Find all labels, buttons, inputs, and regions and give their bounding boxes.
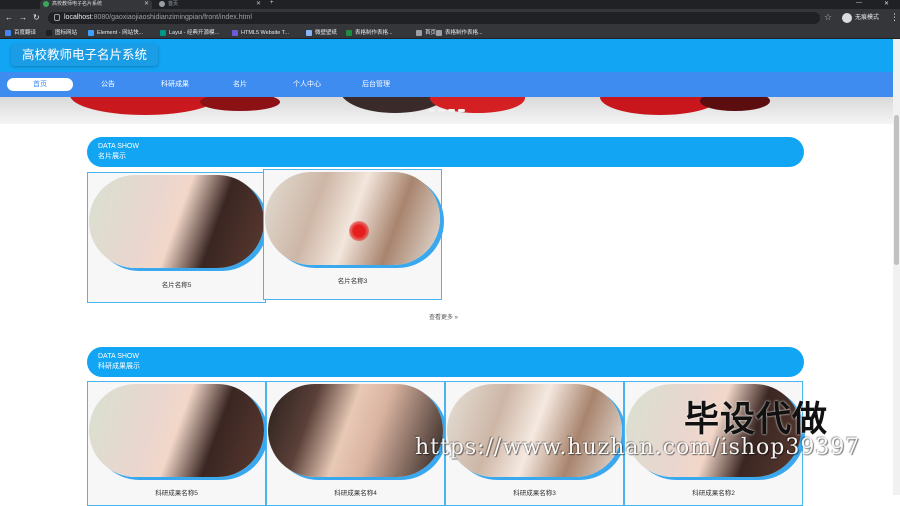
new-tab-button[interactable]: + xyxy=(270,0,274,6)
bookmark-icon xyxy=(88,30,94,36)
bookmark-label: Element - 网站快... xyxy=(97,30,144,36)
bookmark-item[interactable]: 图标网站 xyxy=(46,29,77,37)
bookmark-icon xyxy=(46,30,52,36)
scrollbar-track[interactable] xyxy=(893,39,900,495)
close-tab-icon[interactable]: ✕ xyxy=(144,0,149,8)
tab-strip-controls[interactable] xyxy=(6,0,36,9)
banner-carousel[interactable] xyxy=(0,97,893,124)
bookmark-label: 表格制作表格... xyxy=(445,30,483,36)
site-header: 高校教师电子名片系统 xyxy=(0,39,893,72)
section-header-cards: DATA SHOW 名片展示 xyxy=(87,137,804,167)
url-host: localhost xyxy=(64,14,92,21)
section-header-research: DATA SHOW 科研成果展示 xyxy=(87,347,804,377)
bookmark-item[interactable]: 首页 xyxy=(416,29,436,37)
view-more-link[interactable]: 查看更多 » xyxy=(429,314,458,323)
browser-menu-icon[interactable]: ⋮ xyxy=(890,12,899,23)
bookmark-icon xyxy=(5,30,11,36)
banner-image-shape xyxy=(70,97,220,115)
back-arrow-icon[interactable]: ← xyxy=(5,12,13,23)
bookmark-label: Layui - 经典开源模... xyxy=(169,30,220,36)
nav-item[interactable]: 后台管理 xyxy=(350,78,402,91)
url-path: :8080/gaoxiaojiaoshidianzimingpian/front… xyxy=(91,14,252,21)
carousel-dot[interactable] xyxy=(448,109,455,112)
tab-title: 高校教师电子名片系统 xyxy=(52,1,103,7)
forward-arrow-icon[interactable]: → xyxy=(19,12,27,23)
close-tab-icon[interactable]: ✕ xyxy=(256,0,261,8)
globe-icon xyxy=(159,1,165,7)
bookmark-item[interactable]: Element - 网站快... xyxy=(88,29,143,37)
card-caption: 名片名称5 xyxy=(161,282,192,289)
scrollbar-thumb[interactable] xyxy=(894,115,899,265)
profile-label[interactable]: 无痕模式 xyxy=(855,13,879,23)
incognito-avatar-icon[interactable] xyxy=(842,13,852,23)
nav-item[interactable]: 个人中心 xyxy=(280,78,334,91)
address-bar-row: ← → ↻ localhost:8080/gaoxiaojiaoshidianz… xyxy=(0,9,900,27)
carousel-dot[interactable] xyxy=(438,109,445,112)
bookmark-star-icon[interactable]: ☆ xyxy=(824,12,832,23)
bookmark-item[interactable]: 微壁壁纸 xyxy=(306,29,337,37)
section-en-label: DATA SHOW xyxy=(98,143,139,150)
bookmark-item[interactable]: 表格制作表格... xyxy=(346,29,393,37)
bookmark-label: HTML5 Website T... xyxy=(241,30,290,36)
carousel-dot[interactable] xyxy=(428,109,435,112)
card-photo xyxy=(265,172,440,265)
favicon-icon xyxy=(43,1,49,7)
bookmark-icon xyxy=(306,30,312,36)
bookmark-item[interactable]: Layui - 经典开源模... xyxy=(160,29,219,37)
info-icon[interactable] xyxy=(54,14,60,21)
card-photo xyxy=(447,384,622,477)
card-caption: 科研成果名称2 xyxy=(692,490,735,497)
bookmark-label: 首页 xyxy=(425,30,437,36)
card-item[interactable]: 名片名称5 xyxy=(87,172,266,303)
watermark-url: https://www.huzhan.com/ishop39397 xyxy=(415,435,861,460)
carousel-dot[interactable] xyxy=(458,109,465,112)
bookmark-item[interactable]: 百度翻译 xyxy=(5,29,36,37)
section-title: 科研成果展示 xyxy=(98,363,140,370)
bookmark-icon xyxy=(232,30,238,36)
nav-item[interactable]: 首页 xyxy=(7,78,73,91)
bookmark-label: 微壁壁纸 xyxy=(315,30,338,36)
main-nav: 首页 公告 科研成果 名片 个人中心 后台管理 xyxy=(0,72,893,97)
bookmark-label: 百度翻译 xyxy=(14,30,37,36)
reload-icon[interactable]: ↻ xyxy=(33,12,40,23)
bookmarks-bar: 百度翻译 图标网站 Element - 网站快... Layui - 经典开源模...… xyxy=(0,27,900,39)
bookmark-label: 表格制作表格... xyxy=(355,30,393,36)
card-caption: 科研成果名称5 xyxy=(155,490,198,497)
site-title: 高校教师电子名片系统 xyxy=(11,44,159,66)
bookmark-label: 图标网站 xyxy=(55,30,78,36)
nav-item[interactable]: 科研成果 xyxy=(148,78,202,91)
bookmark-icon xyxy=(346,30,352,36)
section-en-label: DATA SHOW xyxy=(98,353,139,360)
banner-image-shape xyxy=(200,97,280,111)
bookmark-item[interactable]: 表格制作表格... xyxy=(436,29,483,37)
card-photo xyxy=(89,175,264,268)
banner-image-shape xyxy=(700,97,770,111)
browser-tab-1[interactable]: 高校教师电子名片系统 ✕ xyxy=(40,0,152,9)
mouse-cursor-highlight xyxy=(349,221,369,241)
close-window-button[interactable]: ✕ xyxy=(884,0,889,7)
minimize-button[interactable]: — xyxy=(856,0,862,6)
bookmark-item[interactable]: HTML5 Website T... xyxy=(232,29,289,37)
card-item[interactable]: 科研成果名称5 xyxy=(87,381,266,506)
card-caption: 科研成果名称3 xyxy=(513,490,556,497)
nav-item[interactable]: 名片 xyxy=(220,78,260,91)
browser-tab-bar: 高校教师电子名片系统 ✕ 首页 ✕ + — ✕ xyxy=(0,0,900,9)
card-photo xyxy=(89,384,264,477)
browser-tab-2[interactable]: 首页 ✕ xyxy=(156,0,264,9)
card-photo xyxy=(268,384,443,477)
card-caption: 科研成果名称4 xyxy=(334,490,377,497)
bookmark-icon xyxy=(436,30,442,36)
bookmark-icon xyxy=(416,30,422,36)
nav-item[interactable]: 公告 xyxy=(87,78,129,91)
url-text: localhost:8080/gaoxiaojiaoshidianzimingp… xyxy=(64,13,252,23)
bookmark-icon xyxy=(160,30,166,36)
card-caption: 名片名称3 xyxy=(337,278,368,285)
url-input[interactable]: localhost:8080/gaoxiaojiaoshidianzimingp… xyxy=(48,12,820,24)
section-title: 名片展示 xyxy=(98,153,126,160)
tab-title: 首页 xyxy=(168,1,179,7)
